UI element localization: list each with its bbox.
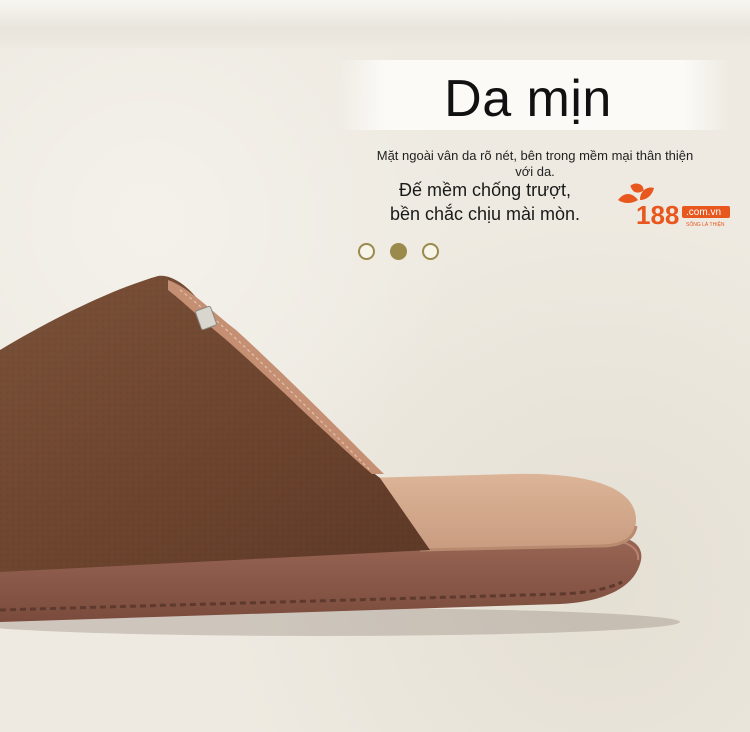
feature-text: Đế mềm chống trượt, bền chắc chịu mài mò… (360, 178, 610, 226)
top-band (0, 0, 750, 48)
description-text: Mặt ngoài vân da rõ nét, bên trong mềm m… (376, 148, 694, 179)
slipper-image (0, 275, 680, 636)
brand-number: 188 (636, 200, 679, 230)
brand-logo: 188 .com.vn SỐNG LÀ THIỆN (618, 183, 730, 230)
carousel-dot-2[interactable] (390, 243, 407, 260)
carousel-dot-1[interactable] (358, 243, 375, 260)
product-banner: Da mịn Mặt ngoài vân da rõ nét, bên tron… (0, 0, 750, 732)
carousel-dot-3[interactable] (422, 243, 439, 260)
feature-line-1: Đế mềm chống trượt, (399, 180, 571, 200)
feature-line-2: bền chắc chịu mài mòn. (389, 204, 581, 224)
brand-domain: .com.vn (686, 207, 721, 218)
brand-tagline: SỐNG LÀ THIỆN (686, 220, 725, 228)
page-title: Da mịn (444, 70, 612, 128)
